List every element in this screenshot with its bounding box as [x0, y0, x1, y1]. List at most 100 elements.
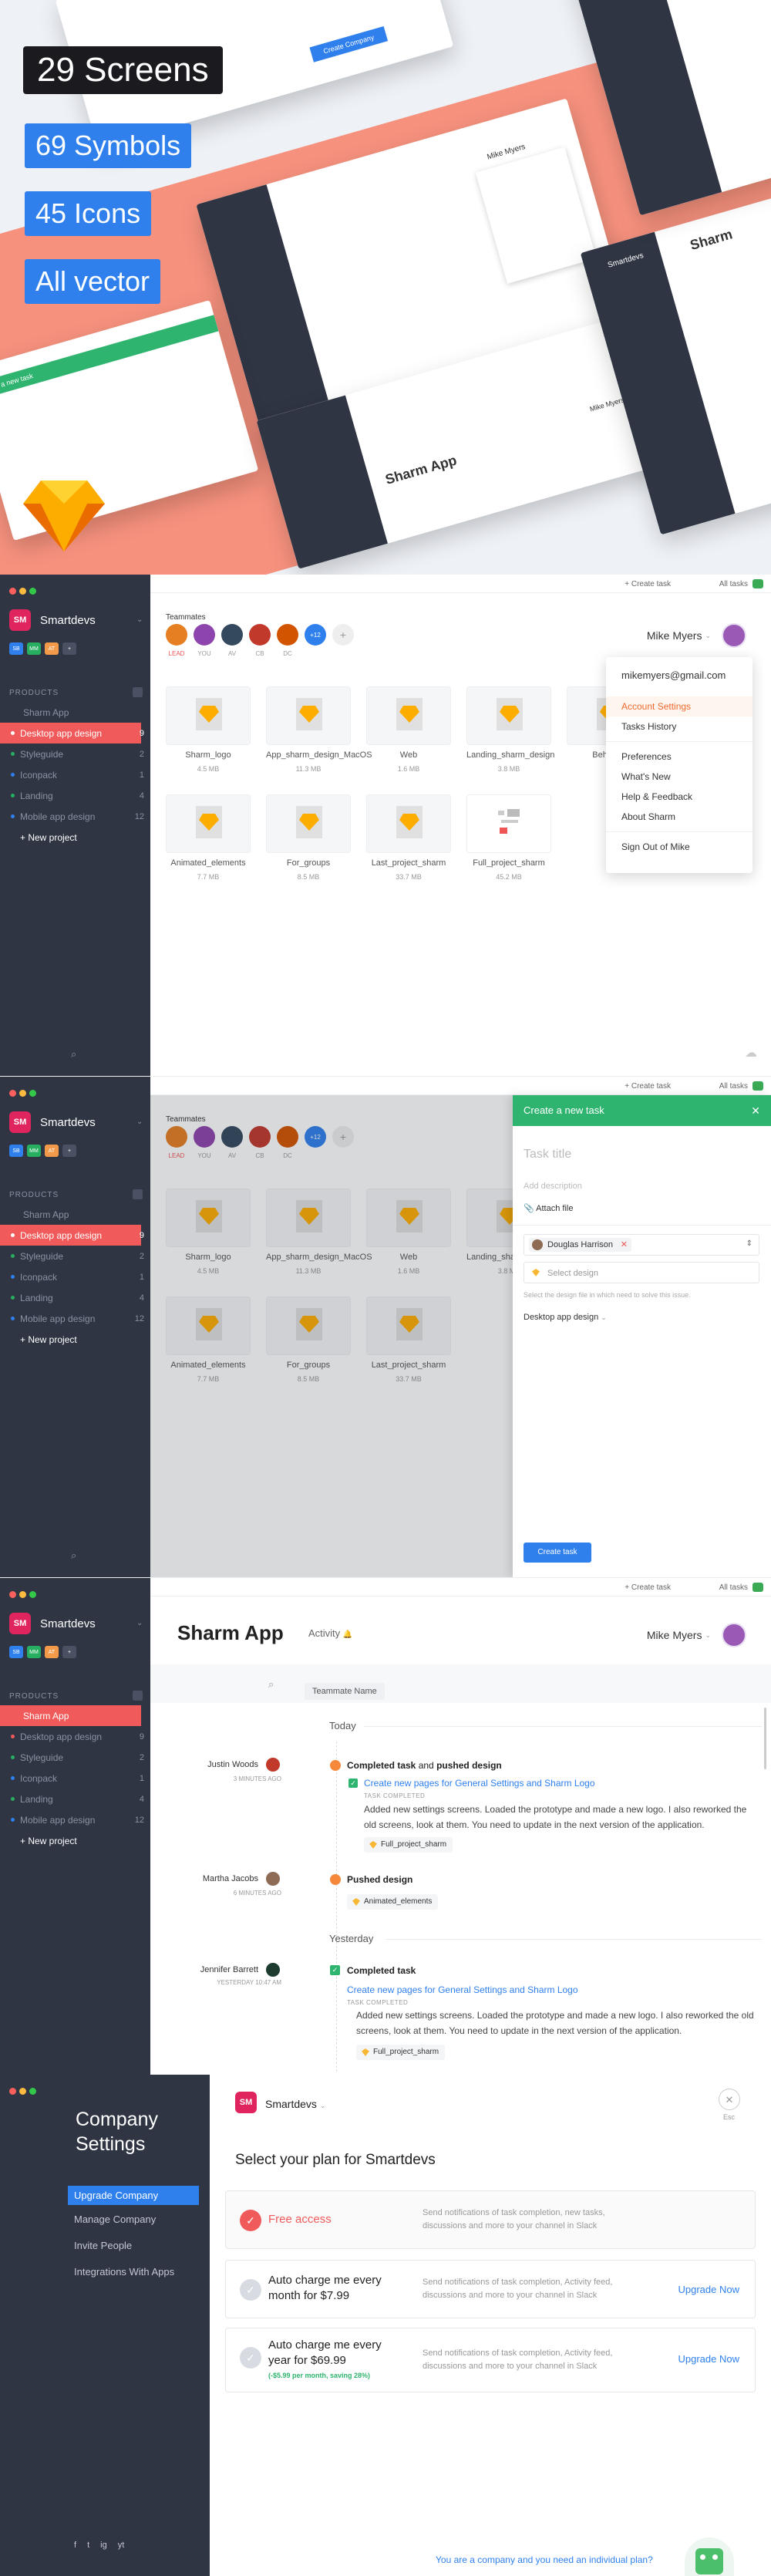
attach-file-button[interactable]: 📎 Attach file [524, 1203, 573, 1213]
scrollbar[interactable] [764, 1708, 766, 1769]
file-card[interactable]: Landing_sharm_design 3.8 MB [466, 686, 554, 773]
avatar[interactable]: AV [221, 624, 243, 657]
workspace-name[interactable]: Smartdevs ⌄ [265, 2098, 325, 2110]
nav-item-landing[interactable]: Landing 4 [0, 1287, 150, 1308]
settings-nav-manage[interactable]: Manage Company [74, 2214, 156, 2225]
all-tasks-button[interactable]: All tasks [719, 580, 748, 588]
file-chip[interactable]: Full_project_sharm [364, 1837, 453, 1853]
event-user[interactable]: Justin Woods [139, 1760, 258, 1769]
individual-plan-link[interactable]: You are a company and you need an indivi… [436, 2554, 653, 2565]
create-task-button[interactable]: + Create task [625, 1082, 671, 1091]
file-card[interactable]: Full_project_sharm 45.2 MB [466, 794, 551, 881]
file-card[interactable]: Animated_elements 7.7 MB [166, 794, 251, 881]
window-controls[interactable] [9, 585, 39, 598]
badge[interactable]: AT [45, 1646, 59, 1658]
folder-sharm-app[interactable]: Sharm App [0, 1705, 141, 1726]
add-badge[interactable]: + [62, 1145, 76, 1157]
nav-item-styleguide[interactable]: Styleguide 2 [0, 1747, 150, 1768]
badge[interactable]: SB [9, 1646, 23, 1658]
create-task-button[interactable]: + Create task [625, 580, 671, 588]
task-link[interactable]: Create new pages for General Settings an… [347, 1984, 578, 1995]
create-task-submit-button[interactable]: Create task [524, 1543, 591, 1563]
teammate-filter-input[interactable]: Teammate Name [305, 1683, 385, 1700]
settings-nav-integrations[interactable]: Integrations With Apps [74, 2266, 174, 2278]
nav-item-styleguide[interactable]: Styleguide 2 [0, 743, 150, 764]
menu-item-account-settings[interactable]: Account Settings [606, 696, 752, 716]
badge[interactable]: MM [27, 642, 41, 655]
youtube-icon[interactable]: yt [118, 2541, 125, 2550]
nav-item-mobile[interactable]: Mobile app design 12 [0, 1308, 150, 1329]
search-icon[interactable]: ⌕ [71, 1048, 76, 1060]
task-title-input[interactable]: Task title [524, 1148, 571, 1162]
menu-item-whats-new[interactable]: What's New [606, 767, 752, 787]
badge[interactable]: AT [45, 642, 59, 655]
assignee-select[interactable]: Douglas Harrison ✕ ⇕ [524, 1234, 759, 1256]
nav-item-iconpack[interactable]: Iconpack 1 [0, 1768, 150, 1789]
file-card[interactable]: For_groups 8.5 MB [266, 794, 351, 881]
avatar[interactable]: LEAD [166, 624, 187, 657]
settings-nav-invite[interactable]: Invite People [74, 2240, 132, 2251]
menu-item-help[interactable]: Help & Feedback [606, 787, 752, 807]
add-badge[interactable]: + [62, 642, 76, 655]
nav-item-landing[interactable]: Landing 4 [0, 785, 150, 806]
event-user[interactable]: Martha Jacobs [139, 1874, 258, 1883]
task-link[interactable]: Create new pages for General Settings an… [364, 1778, 595, 1789]
project-select[interactable]: Desktop app design ⌄ [524, 1313, 607, 1322]
nav-item-mobile[interactable]: Mobile app design 12 [0, 806, 150, 827]
user-menu[interactable]: Mike Myers ⌄ [647, 623, 746, 648]
menu-item-tasks-history[interactable]: Tasks History [606, 716, 752, 737]
add-product-icon[interactable] [133, 687, 143, 697]
window-controls[interactable] [9, 1087, 39, 1101]
plan-yearly[interactable]: ✓ Auto charge me every year for $69.99 (… [225, 2328, 756, 2392]
plan-free[interactable]: ✓ Free access Send notifications of task… [225, 2190, 756, 2249]
avatar[interactable]: CB [249, 624, 271, 657]
file-card[interactable]: Sharm_logo 4.5 MB [166, 686, 251, 773]
badge[interactable]: MM [27, 1646, 41, 1658]
user-menu[interactable]: Mike Myers ⌄ [647, 1623, 746, 1647]
window-controls[interactable] [9, 2085, 39, 2099]
select-design-input[interactable]: Select design [524, 1262, 759, 1283]
description-input[interactable]: Add description [524, 1182, 582, 1191]
instagram-icon[interactable]: ig [100, 2541, 107, 2550]
file-chip[interactable]: Animated_elements [347, 1894, 439, 1910]
workspace-switcher[interactable]: SM Smartdevs ⌄ [9, 1111, 143, 1133]
new-project-button[interactable]: + New project [0, 1830, 150, 1851]
add-product-icon[interactable] [133, 1189, 143, 1199]
window-controls[interactable] [9, 1588, 39, 1602]
add-product-icon[interactable] [133, 1691, 143, 1701]
nav-item-desktop[interactable]: Desktop app design 9 [0, 1726, 150, 1747]
menu-item-preferences[interactable]: Preferences [606, 747, 752, 767]
nav-item-desktop[interactable]: Desktop app design 9 [0, 1225, 144, 1246]
add-badge[interactable]: + [62, 1646, 76, 1658]
menu-item-about[interactable]: About Sharm [606, 807, 752, 827]
add-teammate-button[interactable]: + [332, 624, 354, 646]
upgrade-now-button[interactable]: Upgrade Now [678, 2353, 740, 2365]
event-user[interactable]: Jennifer Barrett [139, 1965, 258, 1974]
settings-nav-upgrade[interactable]: Upgrade Company [68, 2186, 199, 2205]
file-chip[interactable]: Full_project_sharm [356, 2045, 446, 2060]
badge[interactable]: MM [27, 1145, 41, 1157]
more-teammates[interactable]: +12 [305, 624, 326, 646]
avatar[interactable]: YOU [194, 624, 215, 657]
file-card[interactable]: App_sharm_design_MacOS 11.3 MB [266, 686, 372, 773]
new-project-button[interactable]: + New project [0, 1329, 150, 1350]
remove-icon[interactable]: ✕ [621, 1239, 628, 1249]
file-card[interactable]: Last_project_sharm 33.7 MB [366, 794, 451, 881]
folder-sharm-app[interactable]: Sharm App [0, 702, 150, 723]
badge[interactable]: AT [45, 1145, 59, 1157]
all-tasks-button[interactable]: All tasks [719, 1583, 748, 1592]
nav-item-mobile[interactable]: Mobile app design 12 [0, 1809, 150, 1830]
plan-monthly[interactable]: ✓ Auto charge me every month for $7.99 S… [225, 2260, 756, 2318]
badge[interactable]: SB [9, 1145, 23, 1157]
workspace-switcher[interactable]: SM Smartdevs ⌄ [9, 609, 143, 631]
nav-item-iconpack[interactable]: Iconpack 1 [0, 1266, 150, 1287]
folder-sharm-app[interactable]: Sharm App [0, 1204, 150, 1225]
file-card[interactable]: Web 1.6 MB [366, 686, 451, 773]
avatar[interactable]: DC [277, 624, 298, 657]
upgrade-now-button[interactable]: Upgrade Now [678, 2284, 740, 2295]
close-icon[interactable]: ✕ [719, 2089, 740, 2110]
nav-item-landing[interactable]: Landing 4 [0, 1789, 150, 1809]
tab-activity[interactable]: Activity 🔔 [308, 1627, 352, 1639]
search-icon[interactable]: ⌕ [71, 1549, 76, 1562]
create-task-button[interactable]: + Create task [625, 1583, 671, 1592]
